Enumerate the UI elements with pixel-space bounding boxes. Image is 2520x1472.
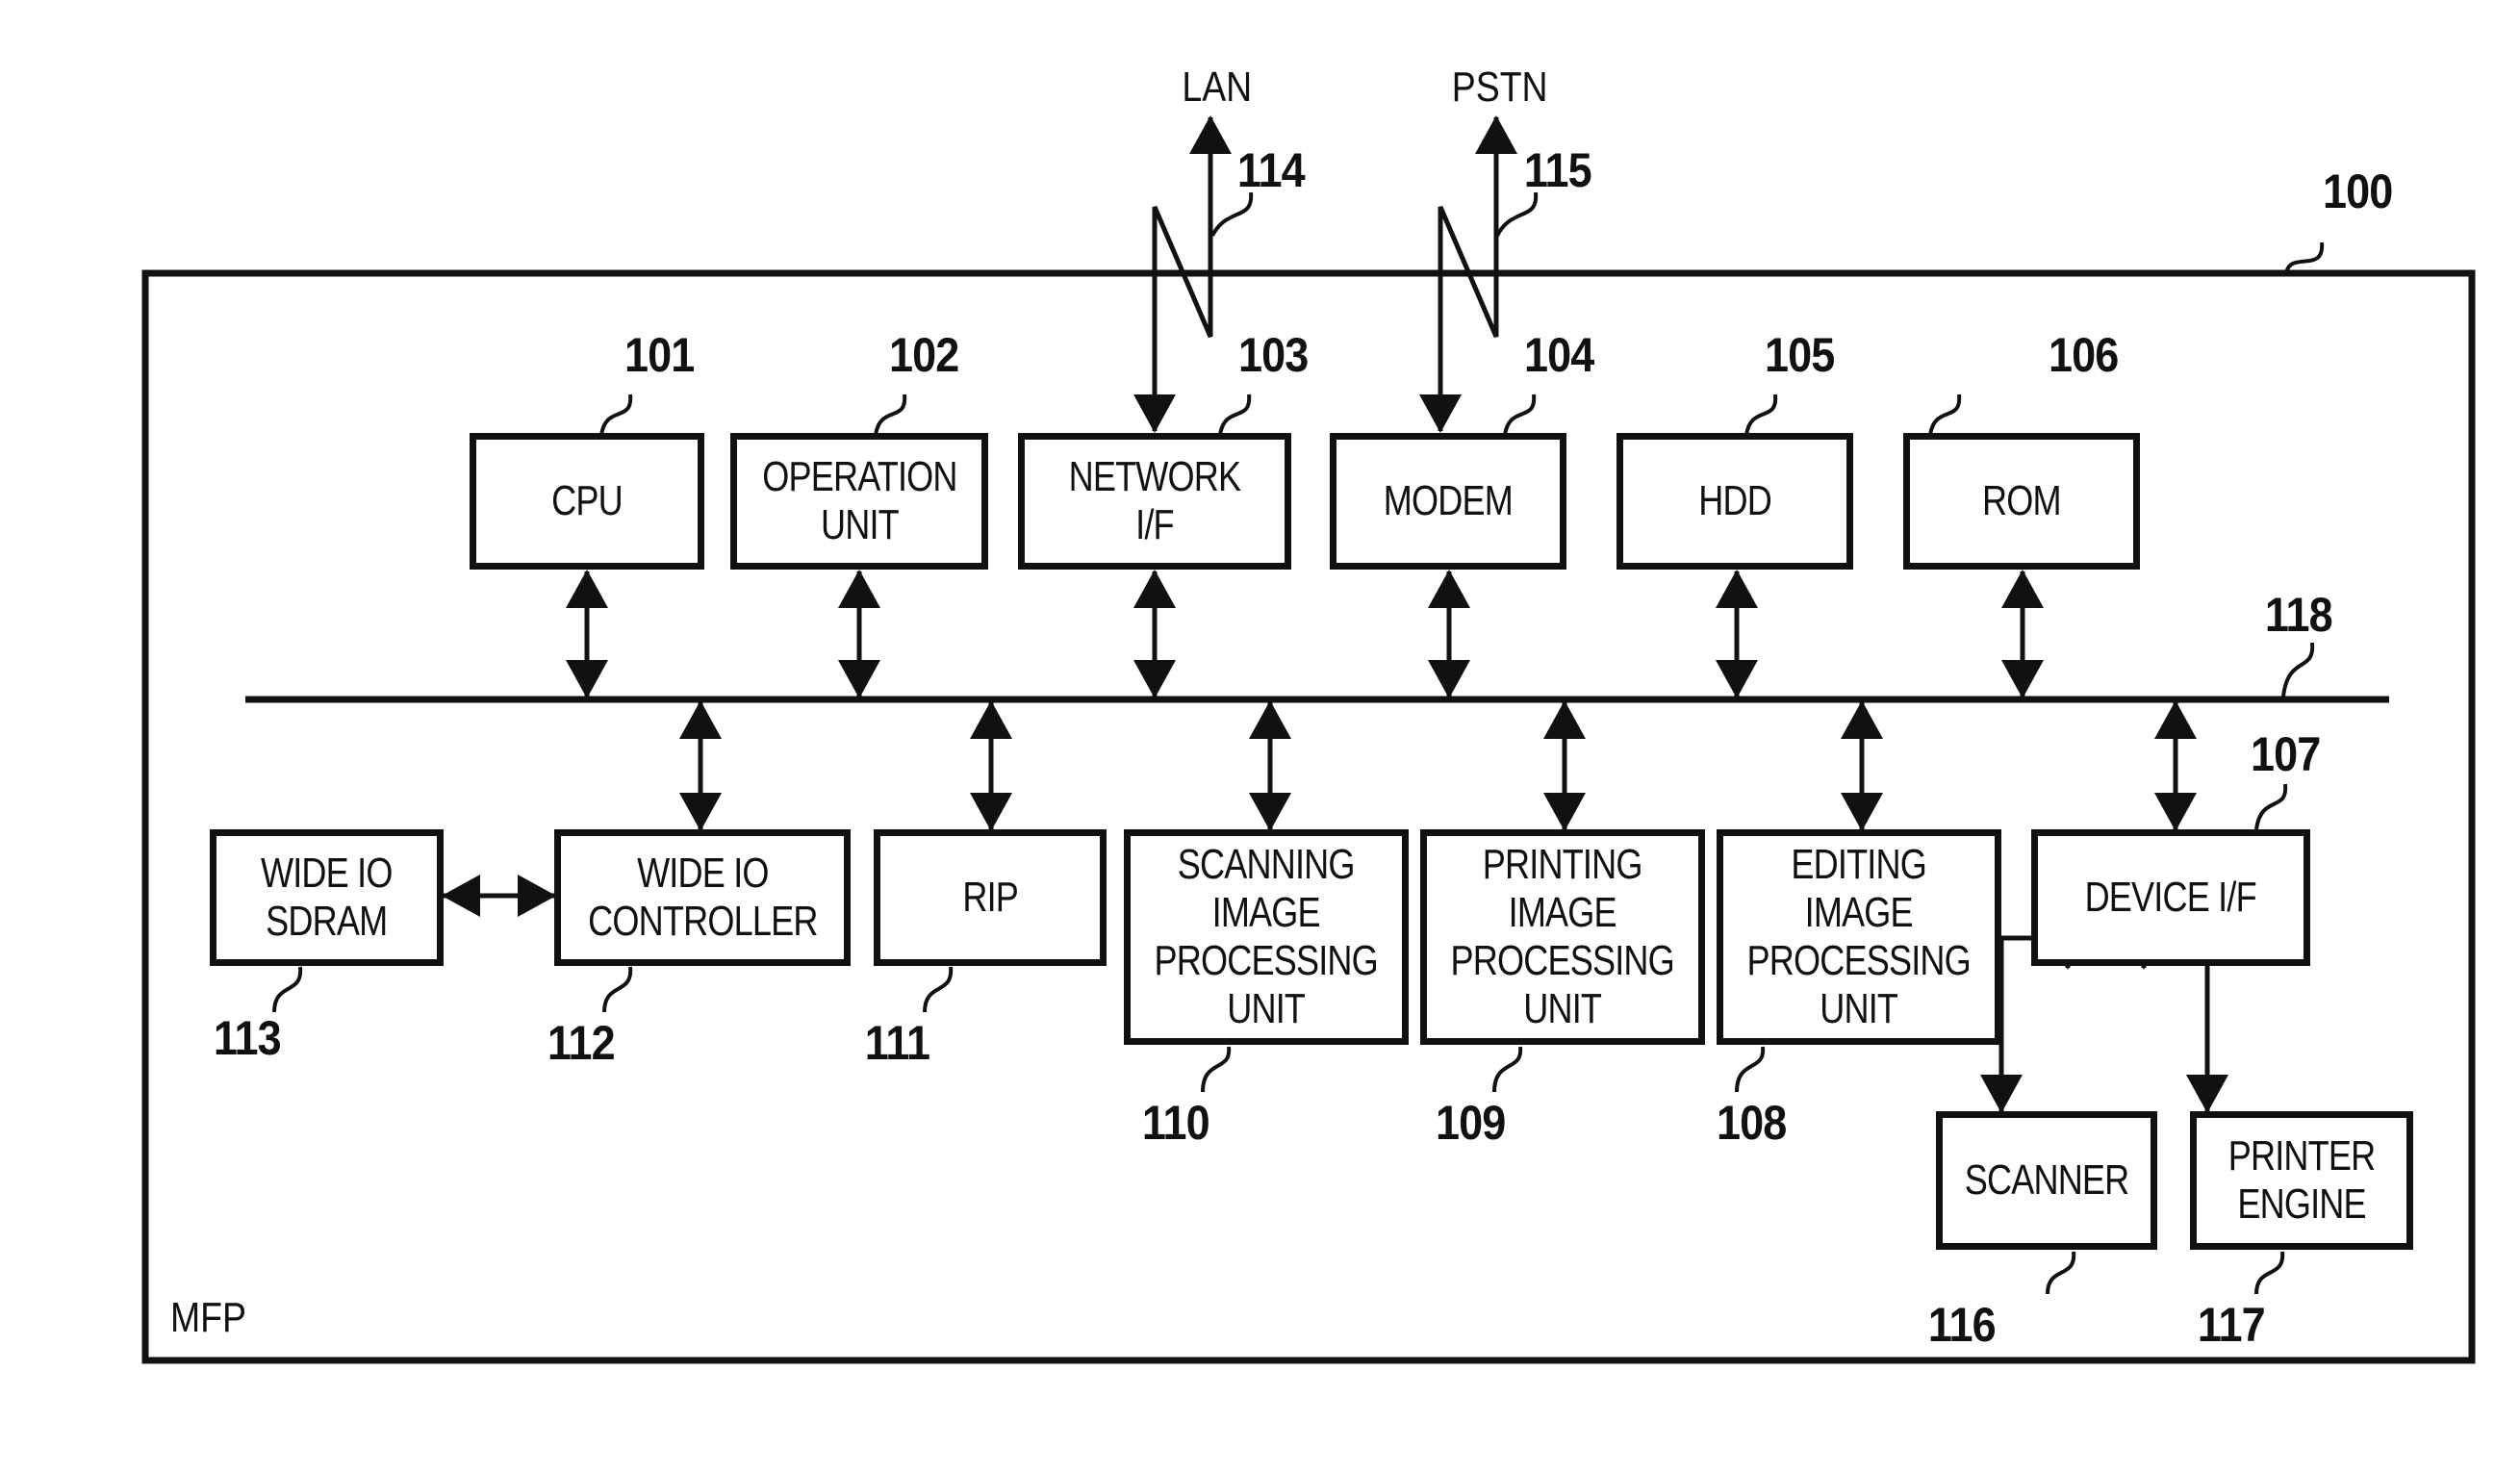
rom-label: ROM [1982,477,2062,524]
connections-layer [141,115,2476,1364]
network-if-label: NETWORK I/F [1068,453,1241,548]
printing-image-processing-unit-box: PRINTING IMAGE PROCESSING UNIT [1420,829,1705,1045]
scanning-image-processing-unit-box: SCANNING IMAGE PROCESSING UNIT [1124,829,1409,1045]
leader-103 [1218,393,1252,436]
wide-io-sdram-box: WIDE IO SDRAM [210,829,444,966]
cpu-ref: 101 [624,328,695,382]
leader-109 [1492,1046,1523,1093]
network-if-box: NETWORK I/F [1018,433,1291,570]
operation-unit-ref: 102 [889,328,959,382]
modem-label: MODEM [1383,477,1514,524]
editing-image-processing-unit-ref: 108 [1717,1096,1787,1150]
leader-105 [1744,393,1778,436]
device-if-box: DEVICE I/F [2031,829,2310,966]
wide-io-sdram-label: WIDE IO SDRAM [261,850,393,945]
printer-engine-ref: 117 [2197,1298,2266,1352]
cpu-label: CPU [551,477,624,524]
leader-114 [1210,191,1254,237]
mfp-label: MFP [169,1294,246,1341]
editing-image-processing-unit-label: EDITING IMAGE PROCESSING UNIT [1746,841,1972,1032]
leader-113 [272,966,303,1013]
leader-106 [1928,393,1962,436]
leader-115 [1495,191,1539,237]
wide-io-sdram-ref: 113 [213,1011,282,1065]
scanner-box: SCANNER [1936,1111,2157,1250]
rip-label: RIP [962,874,1019,921]
cpu-box: CPU [470,433,704,570]
leader-101 [599,393,633,436]
rom-ref: 106 [2049,328,2119,382]
printing-image-processing-unit-label: PRINTING IMAGE PROCESSING UNIT [1450,841,1675,1032]
leader-100 [2284,241,2325,274]
leader-108 [1735,1046,1766,1093]
pstn-label: PSTN [1451,63,1548,111]
device-if-ref: 107 [2251,727,2321,781]
leader-107 [2254,783,2288,830]
pstn-ref: 115 [1523,143,1592,197]
modem-ref: 104 [1524,328,1594,382]
leader-116 [2046,1251,2076,1295]
modem-box: MODEM [1330,433,1566,570]
scanning-image-processing-unit-label: SCANNING IMAGE PROCESSING UNIT [1154,841,1379,1032]
leader-111 [923,966,954,1013]
hdd-box: HDD [1616,433,1853,570]
lan-label: LAN [1182,63,1253,111]
rom-box: ROM [1903,433,2140,570]
leader-104 [1503,393,1537,436]
hdd-ref: 105 [1765,328,1835,382]
scanning-image-processing-unit-ref: 110 [1141,1096,1210,1150]
printer-engine-box: PRINTER ENGINE [2190,1111,2413,1250]
operation-unit-box: OPERATION UNIT [730,433,988,570]
printing-image-processing-unit-ref: 109 [1436,1096,1506,1150]
leader-117 [2254,1251,2285,1295]
leader-110 [1201,1046,1232,1093]
scanner-ref: 116 [1927,1298,1997,1352]
leader-118 [2281,642,2315,698]
leader-102 [874,393,907,436]
lan-ref: 114 [1236,143,1306,197]
device-if-label: DEVICE I/F [2084,874,2257,921]
bus-ref: 118 [2264,588,2333,642]
rip-box: RIP [874,829,1107,966]
mfp-ref: 100 [2323,165,2393,218]
rip-ref: 111 [864,1016,930,1070]
hdd-label: HDD [1698,477,1772,524]
mfp-block-diagram: LAN 114 PSTN 115 100 MFP 118 CPU 101 OPE… [0,0,2520,1472]
operation-unit-label: OPERATION UNIT [761,453,957,548]
network-if-ref: 103 [1238,328,1309,382]
wide-io-controller-box: WIDE IO CONTROLLER [554,829,851,966]
wide-io-controller-label: WIDE IO CONTROLLER [587,850,818,945]
scanner-label: SCANNER [1964,1156,2130,1204]
editing-image-processing-unit-box: EDITING IMAGE PROCESSING UNIT [1717,829,2001,1045]
wide-io-controller-ref: 112 [547,1016,616,1070]
leader-112 [602,966,633,1013]
printer-engine-label: PRINTER ENGINE [2227,1132,2376,1228]
